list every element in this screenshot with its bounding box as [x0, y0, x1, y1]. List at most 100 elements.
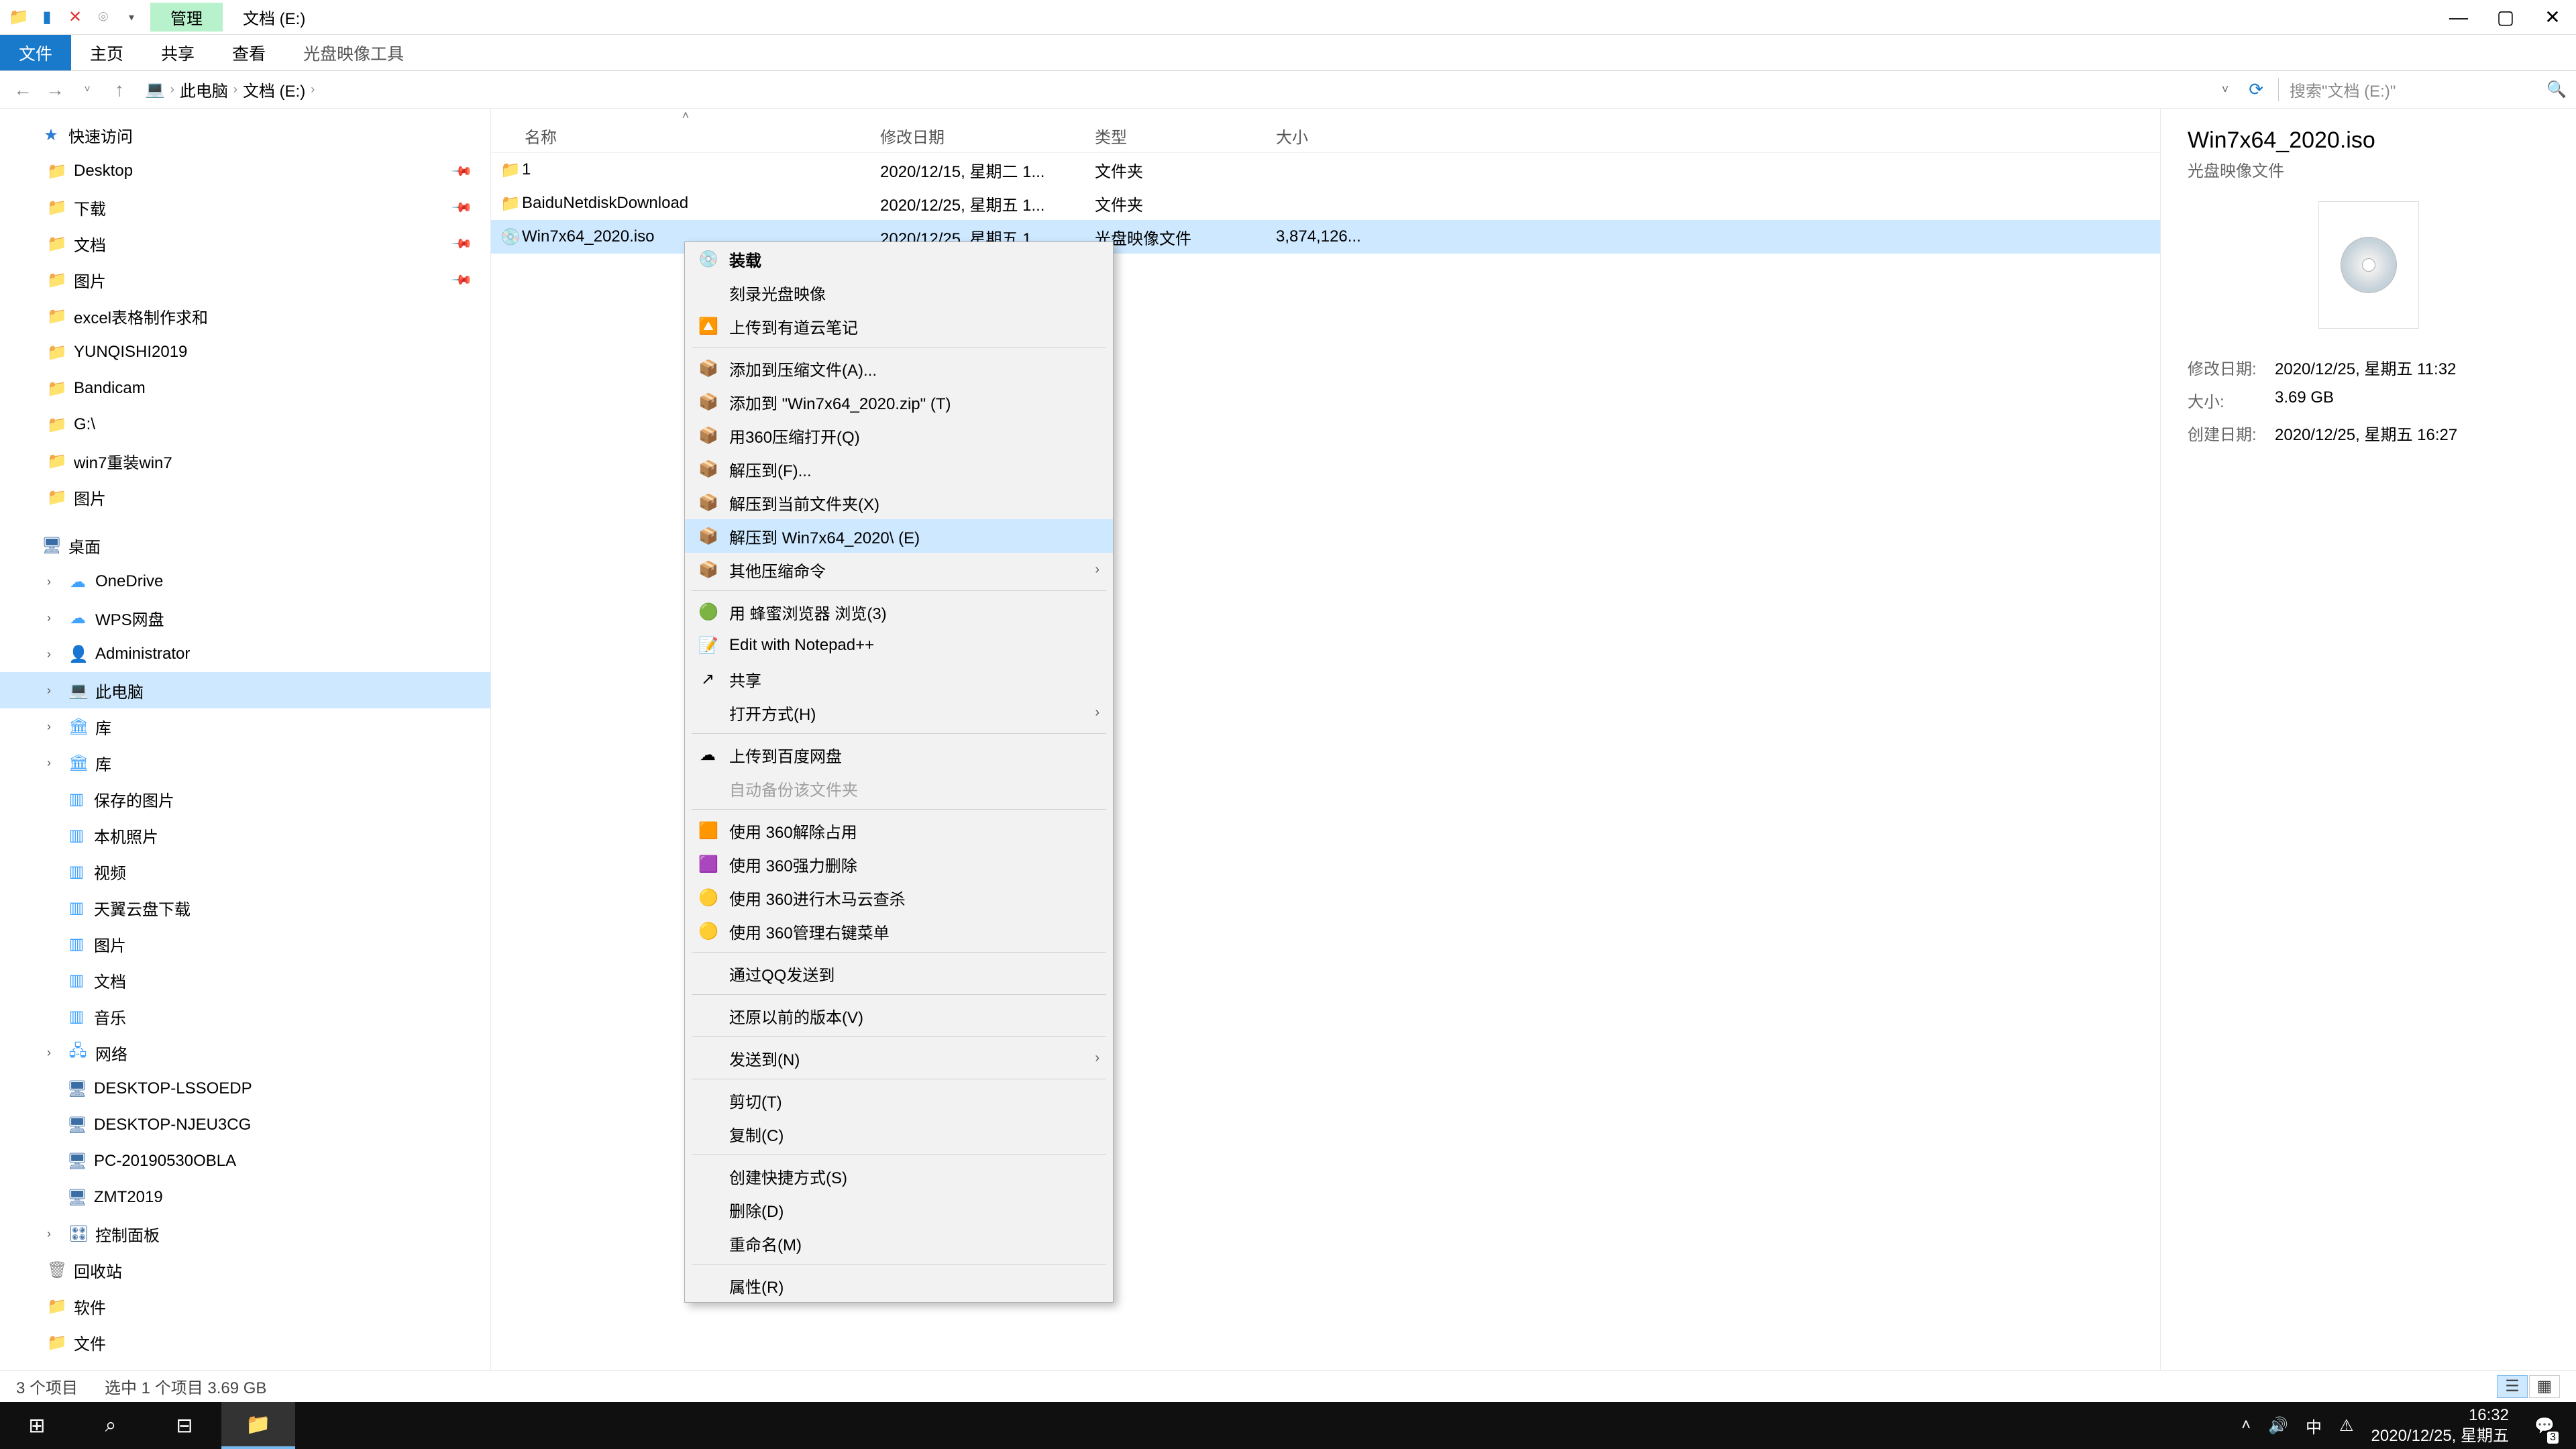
tree-item[interactable]: 📁图片	[0, 479, 490, 515]
tree-item[interactable]: 🖥DESKTOP-LSSOEDP	[0, 1071, 490, 1107]
context-menu-item[interactable]: 重命名(M)	[685, 1226, 1113, 1260]
column-type[interactable]: 类型	[1095, 124, 1276, 148]
tree-item[interactable]: 📁excel表格制作求和	[0, 298, 490, 334]
tree-library[interactable]: ›🏛库	[0, 745, 490, 781]
search-input[interactable]: 搜索"文档 (E:)" 🔍	[2278, 78, 2567, 101]
tree-quick-access[interactable]: ★快速访问	[0, 117, 490, 153]
file-row[interactable]: 📁 BaiduNetdiskDownload 2020/12/25, 星期五 1…	[491, 186, 2160, 220]
minimize-button[interactable]: —	[2435, 0, 2482, 35]
tree-network[interactable]: ›🖧网络	[0, 1034, 490, 1071]
context-menu-item[interactable]: 打开方式(H)›	[685, 696, 1113, 729]
context-menu-item[interactable]: 📦 用360压缩打开(Q)	[685, 419, 1113, 452]
start-button[interactable]: ⊞	[0, 1402, 74, 1449]
tick-icon[interactable]: ▮	[36, 7, 58, 28]
tree-item[interactable]: 📁文档📌	[0, 225, 490, 262]
context-menu-item[interactable]: 🟡 使用 360进行木马云查杀	[685, 881, 1113, 914]
tree-files[interactable]: 📁文件	[0, 1324, 490, 1360]
taskbar-explorer[interactable]: 📁	[221, 1402, 295, 1449]
context-menu-item[interactable]: 删除(D)	[685, 1193, 1113, 1226]
tree-item[interactable]: 📁Bandicam	[0, 370, 490, 407]
tree-item[interactable]: ▥文档	[0, 962, 490, 998]
tree-item[interactable]: ▥音乐	[0, 998, 490, 1034]
tree-item[interactable]: 📁Desktop📌	[0, 153, 490, 189]
context-menu-item[interactable]: 📦 解压到 Win7x64_2020\ (E)	[685, 519, 1113, 553]
context-menu-item[interactable]: 🟧 使用 360解除占用	[685, 814, 1113, 847]
search-button[interactable]: ⌕	[74, 1402, 148, 1449]
tab-share[interactable]: 共享	[142, 35, 213, 70]
context-menu-item[interactable]: 自动备份该文件夹	[685, 771, 1113, 805]
tree-item[interactable]: 📁G:\	[0, 407, 490, 443]
recent-dropdown[interactable]: ˅	[74, 84, 101, 96]
tree-item[interactable]: ›☁WPS网盘	[0, 600, 490, 636]
notification-center-button[interactable]: 💬3	[2526, 1402, 2563, 1449]
refresh-icon[interactable]: ⟳	[2249, 79, 2263, 100]
navigation-tree[interactable]: ★快速访问 📁Desktop📌📁下载📌📁文档📌📁图片📌📁excel表格制作求和📁…	[0, 109, 491, 1370]
breadcrumb-location[interactable]: 文档 (E:)	[243, 78, 305, 101]
context-menu-item[interactable]: 创建快捷方式(S)	[685, 1159, 1113, 1193]
tree-item[interactable]: ›💻此电脑	[0, 672, 490, 708]
column-date[interactable]: 修改日期	[880, 124, 1095, 148]
back-button[interactable]: ←	[9, 79, 36, 101]
context-menu-item[interactable]: 🟡 使用 360管理右键菜单	[685, 914, 1113, 948]
chevron-down-icon[interactable]: ▾	[121, 7, 142, 28]
task-view-button[interactable]: ⊟	[148, 1402, 221, 1449]
tray-ime-indicator[interactable]: 中	[2306, 1414, 2322, 1438]
tree-item[interactable]: 🖥PC-20190530OBLA	[0, 1143, 490, 1179]
context-menu-item[interactable]: ☁ 上传到百度网盘	[685, 738, 1113, 771]
breadcrumb[interactable]: 💻 › 此电脑 › 文档 (E:) ›	[138, 78, 2216, 101]
tree-item[interactable]: ▥视频	[0, 853, 490, 890]
up-button[interactable]: ↑	[106, 79, 133, 101]
close-button[interactable]: ✕	[2529, 0, 2576, 35]
forward-button[interactable]: →	[42, 79, 68, 101]
context-menu-item[interactable]: 💿 装载	[685, 242, 1113, 276]
column-size[interactable]: 大小	[1276, 124, 1403, 148]
context-menu-item[interactable]: 📦 添加到压缩文件(A)...	[685, 352, 1113, 385]
context-menu-item[interactable]: 通过QQ发送到	[685, 957, 1113, 990]
maximize-button[interactable]: ▢	[2482, 0, 2529, 35]
tree-item[interactable]: ▥保存的图片	[0, 781, 490, 817]
tree-desktop-root[interactable]: 🖥桌面	[0, 527, 490, 564]
column-name[interactable]: 名称	[491, 124, 880, 148]
tree-recycle-bin[interactable]: 🗑回收站	[0, 1252, 490, 1288]
address-dropdown-icon[interactable]: ˅	[2222, 83, 2229, 97]
tab-home[interactable]: 主页	[71, 35, 142, 70]
tree-item[interactable]: ▥天翼云盘下载	[0, 890, 490, 926]
context-menu-item[interactable]: 还原以前的版本(V)	[685, 999, 1113, 1032]
file-row[interactable]: 📁 1 2020/12/15, 星期二 1... 文件夹	[491, 153, 2160, 186]
context-menu-item[interactable]: 🟪 使用 360强力删除	[685, 847, 1113, 881]
context-menu-item[interactable]: 剪切(T)	[685, 1083, 1113, 1117]
tree-item[interactable]: ›🏛库	[0, 708, 490, 745]
tree-control-panel[interactable]: ›🎛控制面板	[0, 1216, 490, 1252]
tree-software[interactable]: 📁软件	[0, 1288, 490, 1324]
tree-item[interactable]: 🖥DESKTOP-NJEU3CG	[0, 1107, 490, 1143]
properties-icon[interactable]: ⌾	[93, 7, 114, 28]
context-menu-item[interactable]: 发送到(N)›	[685, 1041, 1113, 1075]
view-large-icons-button[interactable]: ▦	[2529, 1375, 2560, 1398]
tree-item[interactable]: 📁下载📌	[0, 189, 490, 225]
view-details-button[interactable]: ☰	[2497, 1375, 2528, 1398]
context-menu-item[interactable]: 刻录光盘映像	[685, 276, 1113, 309]
breadcrumb-root[interactable]: 此电脑	[180, 78, 228, 101]
tree-item[interactable]: ▥图片	[0, 926, 490, 962]
tree-item[interactable]: ›☁OneDrive	[0, 564, 490, 600]
context-menu-item[interactable]: 📦 解压到(F)...	[685, 452, 1113, 486]
context-menu-item[interactable]: 复制(C)	[685, 1117, 1113, 1150]
tree-item[interactable]: 📁图片📌	[0, 262, 490, 298]
tree-item[interactable]: 🖥ZMT2019	[0, 1179, 490, 1216]
tree-item[interactable]: 📁win7重装win7	[0, 443, 490, 479]
context-menu-item[interactable]: 🟢 用 蜂蜜浏览器 浏览(3)	[685, 595, 1113, 629]
tray-volume-icon[interactable]: 🔊	[2268, 1416, 2288, 1436]
taskbar-clock[interactable]: 16:32 2020/12/25, 星期五	[2371, 1405, 2509, 1446]
tray-network-icon[interactable]: ⚠	[2339, 1416, 2354, 1436]
tray-chevron-up-icon[interactable]: ˄	[2241, 1416, 2251, 1435]
close-icon[interactable]: ✕	[64, 7, 86, 28]
context-menu-item[interactable]: 📦 添加到 "Win7x64_2020.zip" (T)	[685, 385, 1113, 419]
tree-item[interactable]: ›👤Administrator	[0, 636, 490, 672]
context-menu-item[interactable]: 📦 解压到当前文件夹(X)	[685, 486, 1113, 519]
context-menu-item[interactable]: 属性(R)	[685, 1269, 1113, 1302]
tree-item[interactable]: ▥本机照片	[0, 817, 490, 853]
tree-item[interactable]: 📁YUNQISHI2019	[0, 334, 490, 370]
context-menu-item[interactable]: ↗ 共享	[685, 662, 1113, 696]
context-menu-item[interactable]: 📝 Edit with Notepad++	[685, 629, 1113, 662]
tab-view[interactable]: 查看	[213, 35, 284, 70]
